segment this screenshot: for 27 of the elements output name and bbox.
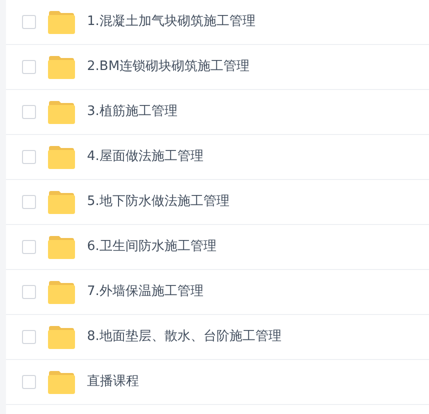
folder-name[interactable]: 8.地面垫层、散水、台阶施工管理	[87, 327, 282, 347]
folder-name[interactable]: 3.植筋施工管理	[87, 102, 178, 122]
checkbox[interactable]	[22, 375, 36, 389]
checkbox[interactable]	[22, 150, 36, 164]
checkbox[interactable]	[22, 60, 36, 74]
folder-icon	[48, 326, 75, 348]
folder-name[interactable]: 7.外墙保温施工管理	[87, 282, 204, 302]
folder-name[interactable]: 1.混凝土加气块砌筑施工管理	[87, 12, 256, 32]
checkbox[interactable]	[22, 240, 36, 254]
checkbox[interactable]	[22, 195, 36, 209]
checkbox[interactable]	[22, 285, 36, 299]
checkbox[interactable]	[22, 105, 36, 119]
folder-name[interactable]: 2.BM连锁砌块砌筑施工管理	[87, 57, 250, 77]
folder-icon	[48, 146, 75, 168]
folder-name[interactable]: 直播课程	[87, 372, 139, 392]
folder-icon	[48, 100, 75, 124]
checkbox[interactable]	[22, 330, 36, 344]
checkbox[interactable]	[22, 15, 36, 29]
folder-icon	[48, 280, 75, 304]
folder-icon	[48, 10, 75, 34]
folder-name[interactable]: 4.屋面做法施工管理	[87, 147, 204, 167]
folder-name[interactable]: 6.卫生间防水施工管理	[87, 237, 216, 257]
folder-icon	[48, 56, 75, 78]
folder-name[interactable]: 5.地下防水做法施工管理	[87, 192, 230, 212]
folder-icon	[48, 190, 75, 214]
folder-icon	[48, 236, 75, 258]
folder-icon	[48, 370, 75, 394]
